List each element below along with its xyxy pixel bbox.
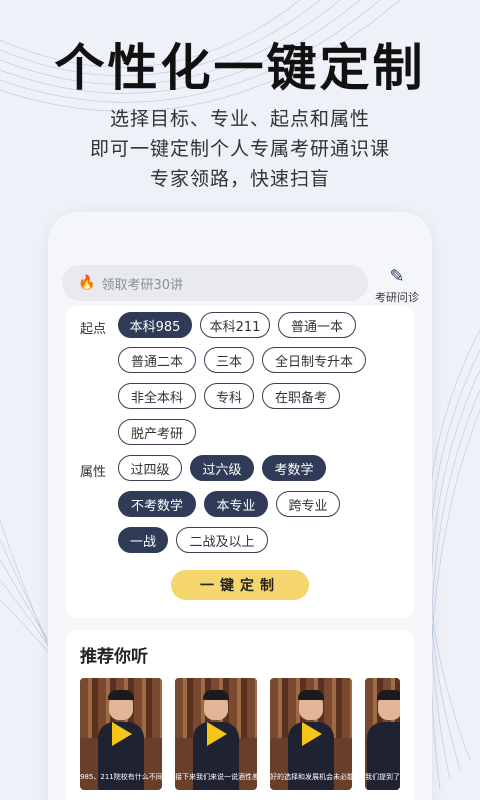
video-caption: 接下来我们来说一说酒性差异: [175, 773, 257, 781]
pen-icon: ✎: [389, 266, 405, 287]
chip-label: 过四级: [130, 462, 170, 478]
start-option-parttime[interactable]: 非全本科: [118, 383, 196, 409]
diagnosis-button[interactable]: ✎ 考研问诊: [372, 266, 422, 305]
chip-label: 三本: [215, 354, 242, 370]
chip-label: 考数学: [274, 462, 314, 478]
chip-label: 本科211: [209, 319, 261, 335]
attr-option-second-try[interactable]: 二战及以上: [176, 527, 268, 553]
video-caption: 好的选择和发展机会未必能带: [270, 773, 352, 781]
attr-option-first-try[interactable]: 一战: [118, 527, 168, 553]
attr-label: 属性: [80, 465, 107, 480]
chip-label: 一战: [129, 534, 156, 550]
start-option-employed[interactable]: 在职备考: [262, 383, 340, 409]
attr-option-no-math[interactable]: 不考数学: [118, 491, 196, 517]
video-card[interactable]: 985、211院校有什么不同: [80, 678, 162, 790]
start-option-tier2[interactable]: 普通二本: [118, 347, 196, 373]
chip-label: 在职备考: [274, 390, 327, 406]
chip-label: 本专业: [216, 498, 256, 514]
start-option-fulltime-upgrade[interactable]: 全日制专升本: [262, 347, 366, 373]
play-icon[interactable]: [112, 722, 132, 746]
video-caption: 我们提到了34: [365, 773, 400, 781]
attr-option-cet4[interactable]: 过四级: [118, 455, 182, 481]
chip-label: 过六级: [202, 462, 242, 478]
chip-label: 普通二本: [130, 354, 183, 370]
chip-label: 专科: [215, 390, 242, 406]
start-option-college[interactable]: 专科: [204, 383, 254, 409]
attr-option-math[interactable]: 考数学: [262, 455, 326, 481]
recommend-title: 推荐你听: [80, 647, 148, 667]
video-caption: 985、211院校有什么不同: [80, 773, 162, 781]
video-card[interactable]: 好的选择和发展机会未必能带: [270, 678, 352, 790]
chip-label: 非全本科: [130, 390, 183, 406]
start-label: 起点: [80, 322, 107, 337]
diagnosis-label: 考研问诊: [375, 291, 419, 304]
start-option-fulltime-prep[interactable]: 脱产考研: [118, 419, 196, 445]
one-click-customize-button[interactable]: 一键定制: [171, 570, 309, 600]
chip-label: 跨专业: [288, 498, 328, 514]
start-option-tier3[interactable]: 三本: [204, 347, 254, 373]
chip-label: 本科985: [129, 319, 181, 335]
chip-label: 脱产考研: [130, 426, 183, 442]
page-headline: 个性化一键定制: [54, 39, 426, 97]
search-placeholder: 领取考研30讲: [101, 277, 183, 293]
attr-option-cet6[interactable]: 过六级: [190, 455, 254, 481]
subtitle-line-3: 专家领路，快速扫盲: [149, 168, 330, 190]
play-icon[interactable]: [207, 722, 227, 746]
chip-label: 普通一本: [290, 319, 343, 335]
attr-option-cross-major[interactable]: 跨专业: [276, 491, 340, 517]
attr-option-same-major[interactable]: 本专业: [204, 491, 268, 517]
subtitle-line-1: 选择目标、专业、起点和属性: [109, 108, 370, 130]
chip-label: 全日制专升本: [274, 354, 353, 370]
chip-label: 二战及以上: [189, 534, 255, 550]
subtitle-line-2: 即可一键定制个人专属考研通识课: [89, 138, 390, 160]
search-bar[interactable]: 🔥 领取考研30讲: [62, 265, 368, 301]
play-icon[interactable]: [302, 722, 322, 746]
start-option-211[interactable]: 本科211: [200, 312, 270, 338]
start-option-985[interactable]: 本科985: [118, 312, 192, 338]
chip-label: 不考数学: [130, 498, 183, 514]
video-card[interactable]: 我们提到了34: [365, 678, 400, 790]
flame-icon: 🔥: [78, 275, 96, 291]
video-card[interactable]: 接下来我们来说一说酒性差异: [175, 678, 257, 790]
start-option-tier1[interactable]: 普通一本: [278, 312, 356, 338]
